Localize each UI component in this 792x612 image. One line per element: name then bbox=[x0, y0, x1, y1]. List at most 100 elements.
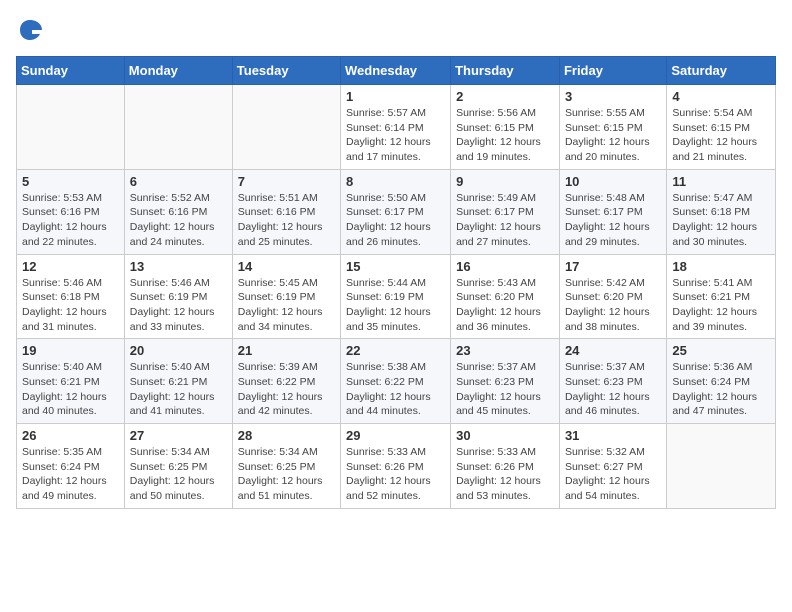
day-info: Sunrise: 5:36 AM Sunset: 6:24 PM Dayligh… bbox=[672, 360, 770, 419]
day-number: 13 bbox=[130, 259, 227, 274]
day-info: Sunrise: 5:40 AM Sunset: 6:21 PM Dayligh… bbox=[22, 360, 119, 419]
calendar-week-1: 1 Sunrise: 5:57 AM Sunset: 6:14 PM Daylig… bbox=[17, 85, 776, 170]
day-number: 5 bbox=[22, 174, 119, 189]
day-number: 21 bbox=[238, 343, 335, 358]
calendar-cell bbox=[667, 424, 776, 509]
calendar-cell: 17 Sunrise: 5:42 AM Sunset: 6:20 PM Dayli… bbox=[559, 254, 666, 339]
calendar-header: SundayMondayTuesdayWednesdayThursdayFrid… bbox=[17, 57, 776, 85]
day-number: 15 bbox=[346, 259, 445, 274]
calendar-cell: 6 Sunrise: 5:52 AM Sunset: 6:16 PM Daylig… bbox=[124, 169, 232, 254]
header-day-thursday: Thursday bbox=[451, 57, 560, 85]
day-info: Sunrise: 5:39 AM Sunset: 6:22 PM Dayligh… bbox=[238, 360, 335, 419]
day-number: 29 bbox=[346, 428, 445, 443]
calendar-cell: 29 Sunrise: 5:33 AM Sunset: 6:26 PM Dayli… bbox=[341, 424, 451, 509]
day-info: Sunrise: 5:54 AM Sunset: 6:15 PM Dayligh… bbox=[672, 106, 770, 165]
day-info: Sunrise: 5:51 AM Sunset: 6:16 PM Dayligh… bbox=[238, 191, 335, 250]
header-day-monday: Monday bbox=[124, 57, 232, 85]
calendar-cell: 1 Sunrise: 5:57 AM Sunset: 6:14 PM Daylig… bbox=[341, 85, 451, 170]
logo bbox=[16, 16, 48, 44]
calendar-cell: 27Sunrise: 5:34 AM Sunset: 6:25 PM Dayli… bbox=[124, 424, 232, 509]
calendar-cell: 12Sunrise: 5:46 AM Sunset: 6:18 PM Dayli… bbox=[17, 254, 125, 339]
calendar-cell: 28Sunrise: 5:34 AM Sunset: 6:25 PM Dayli… bbox=[232, 424, 340, 509]
day-info: Sunrise: 5:32 AM Sunset: 6:27 PM Dayligh… bbox=[565, 445, 661, 504]
calendar-cell: 16Sunrise: 5:43 AM Sunset: 6:20 PM Dayli… bbox=[451, 254, 560, 339]
day-info: Sunrise: 5:50 AM Sunset: 6:17 PM Dayligh… bbox=[346, 191, 445, 250]
day-number: 14 bbox=[238, 259, 335, 274]
day-info: Sunrise: 5:40 AM Sunset: 6:21 PM Dayligh… bbox=[130, 360, 227, 419]
day-info: Sunrise: 5:43 AM Sunset: 6:20 PM Dayligh… bbox=[456, 276, 554, 335]
calendar-week-3: 12Sunrise: 5:46 AM Sunset: 6:18 PM Dayli… bbox=[17, 254, 776, 339]
calendar-cell: 5 Sunrise: 5:53 AM Sunset: 6:16 PM Daylig… bbox=[17, 169, 125, 254]
calendar-table: SundayMondayTuesdayWednesdayThursdayFrid… bbox=[16, 56, 776, 509]
calendar-cell: 9 Sunrise: 5:49 AM Sunset: 6:17 PM Daylig… bbox=[451, 169, 560, 254]
day-info: Sunrise: 5:35 AM Sunset: 6:24 PM Dayligh… bbox=[22, 445, 119, 504]
calendar-cell: 23 Sunrise: 5:37 AM Sunset: 6:23 PM Dayli… bbox=[451, 339, 560, 424]
day-info: Sunrise: 5:33 AM Sunset: 6:26 PM Dayligh… bbox=[456, 445, 554, 504]
calendar-cell: 31 Sunrise: 5:32 AM Sunset: 6:27 PM Dayli… bbox=[559, 424, 666, 509]
day-number: 4 bbox=[672, 89, 770, 104]
calendar-cell: 24 Sunrise: 5:37 AM Sunset: 6:23 PM Dayli… bbox=[559, 339, 666, 424]
day-number: 10 bbox=[565, 174, 661, 189]
day-number: 1 bbox=[346, 89, 445, 104]
calendar-cell: 10Sunrise: 5:48 AM Sunset: 6:17 PM Dayli… bbox=[559, 169, 666, 254]
calendar-cell bbox=[17, 85, 125, 170]
day-info: Sunrise: 5:44 AM Sunset: 6:19 PM Dayligh… bbox=[346, 276, 445, 335]
day-number: 28 bbox=[238, 428, 335, 443]
day-number: 31 bbox=[565, 428, 661, 443]
day-info: Sunrise: 5:56 AM Sunset: 6:15 PM Dayligh… bbox=[456, 106, 554, 165]
day-number: 8 bbox=[346, 174, 445, 189]
day-info: Sunrise: 5:37 AM Sunset: 6:23 PM Dayligh… bbox=[456, 360, 554, 419]
day-number: 27 bbox=[130, 428, 227, 443]
day-number: 17 bbox=[565, 259, 661, 274]
day-number: 20 bbox=[130, 343, 227, 358]
day-info: Sunrise: 5:42 AM Sunset: 6:20 PM Dayligh… bbox=[565, 276, 661, 335]
day-info: Sunrise: 5:38 AM Sunset: 6:22 PM Dayligh… bbox=[346, 360, 445, 419]
calendar-cell: 18Sunrise: 5:41 AM Sunset: 6:21 PM Dayli… bbox=[667, 254, 776, 339]
calendar-cell: 14 Sunrise: 5:45 AM Sunset: 6:19 PM Dayli… bbox=[232, 254, 340, 339]
day-info: Sunrise: 5:57 AM Sunset: 6:14 PM Dayligh… bbox=[346, 106, 445, 165]
day-number: 24 bbox=[565, 343, 661, 358]
header-day-tuesday: Tuesday bbox=[232, 57, 340, 85]
day-number: 7 bbox=[238, 174, 335, 189]
calendar-cell: 21 Sunrise: 5:39 AM Sunset: 6:22 PM Dayli… bbox=[232, 339, 340, 424]
day-number: 26 bbox=[22, 428, 119, 443]
calendar-cell: 26 Sunrise: 5:35 AM Sunset: 6:24 PM Dayli… bbox=[17, 424, 125, 509]
calendar-cell: 13 Sunrise: 5:46 AM Sunset: 6:19 PM Dayli… bbox=[124, 254, 232, 339]
calendar-week-5: 26 Sunrise: 5:35 AM Sunset: 6:24 PM Dayli… bbox=[17, 424, 776, 509]
page-header bbox=[16, 16, 776, 44]
day-info: Sunrise: 5:52 AM Sunset: 6:16 PM Dayligh… bbox=[130, 191, 227, 250]
header-row: SundayMondayTuesdayWednesdayThursdayFrid… bbox=[17, 57, 776, 85]
day-info: Sunrise: 5:37 AM Sunset: 6:23 PM Dayligh… bbox=[565, 360, 661, 419]
day-info: Sunrise: 5:46 AM Sunset: 6:19 PM Dayligh… bbox=[130, 276, 227, 335]
day-number: 11 bbox=[672, 174, 770, 189]
day-info: Sunrise: 5:49 AM Sunset: 6:17 PM Dayligh… bbox=[456, 191, 554, 250]
header-day-wednesday: Wednesday bbox=[341, 57, 451, 85]
day-number: 3 bbox=[565, 89, 661, 104]
calendar-cell: 4 Sunrise: 5:54 AM Sunset: 6:15 PM Daylig… bbox=[667, 85, 776, 170]
day-info: Sunrise: 5:47 AM Sunset: 6:18 PM Dayligh… bbox=[672, 191, 770, 250]
day-info: Sunrise: 5:46 AM Sunset: 6:18 PM Dayligh… bbox=[22, 276, 119, 335]
day-number: 2 bbox=[456, 89, 554, 104]
day-number: 25 bbox=[672, 343, 770, 358]
calendar-body: 1 Sunrise: 5:57 AM Sunset: 6:14 PM Daylig… bbox=[17, 85, 776, 509]
calendar-cell: 7 Sunrise: 5:51 AM Sunset: 6:16 PM Daylig… bbox=[232, 169, 340, 254]
day-number: 30 bbox=[456, 428, 554, 443]
day-number: 23 bbox=[456, 343, 554, 358]
calendar-cell: 19Sunrise: 5:40 AM Sunset: 6:21 PM Dayli… bbox=[17, 339, 125, 424]
day-number: 6 bbox=[130, 174, 227, 189]
day-info: Sunrise: 5:33 AM Sunset: 6:26 PM Dayligh… bbox=[346, 445, 445, 504]
calendar-week-4: 19Sunrise: 5:40 AM Sunset: 6:21 PM Dayli… bbox=[17, 339, 776, 424]
header-day-sunday: Sunday bbox=[17, 57, 125, 85]
calendar-cell: 3 Sunrise: 5:55 AM Sunset: 6:15 PM Daylig… bbox=[559, 85, 666, 170]
day-info: Sunrise: 5:45 AM Sunset: 6:19 PM Dayligh… bbox=[238, 276, 335, 335]
day-info: Sunrise: 5:55 AM Sunset: 6:15 PM Dayligh… bbox=[565, 106, 661, 165]
day-number: 22 bbox=[346, 343, 445, 358]
calendar-cell: 30 Sunrise: 5:33 AM Sunset: 6:26 PM Dayli… bbox=[451, 424, 560, 509]
calendar-cell: 20 Sunrise: 5:40 AM Sunset: 6:21 PM Dayli… bbox=[124, 339, 232, 424]
day-info: Sunrise: 5:53 AM Sunset: 6:16 PM Dayligh… bbox=[22, 191, 119, 250]
day-info: Sunrise: 5:41 AM Sunset: 6:21 PM Dayligh… bbox=[672, 276, 770, 335]
logo-icon bbox=[16, 16, 44, 44]
day-number: 9 bbox=[456, 174, 554, 189]
calendar-cell: 2 Sunrise: 5:56 AM Sunset: 6:15 PM Daylig… bbox=[451, 85, 560, 170]
calendar-cell: 22 Sunrise: 5:38 AM Sunset: 6:22 PM Dayli… bbox=[341, 339, 451, 424]
